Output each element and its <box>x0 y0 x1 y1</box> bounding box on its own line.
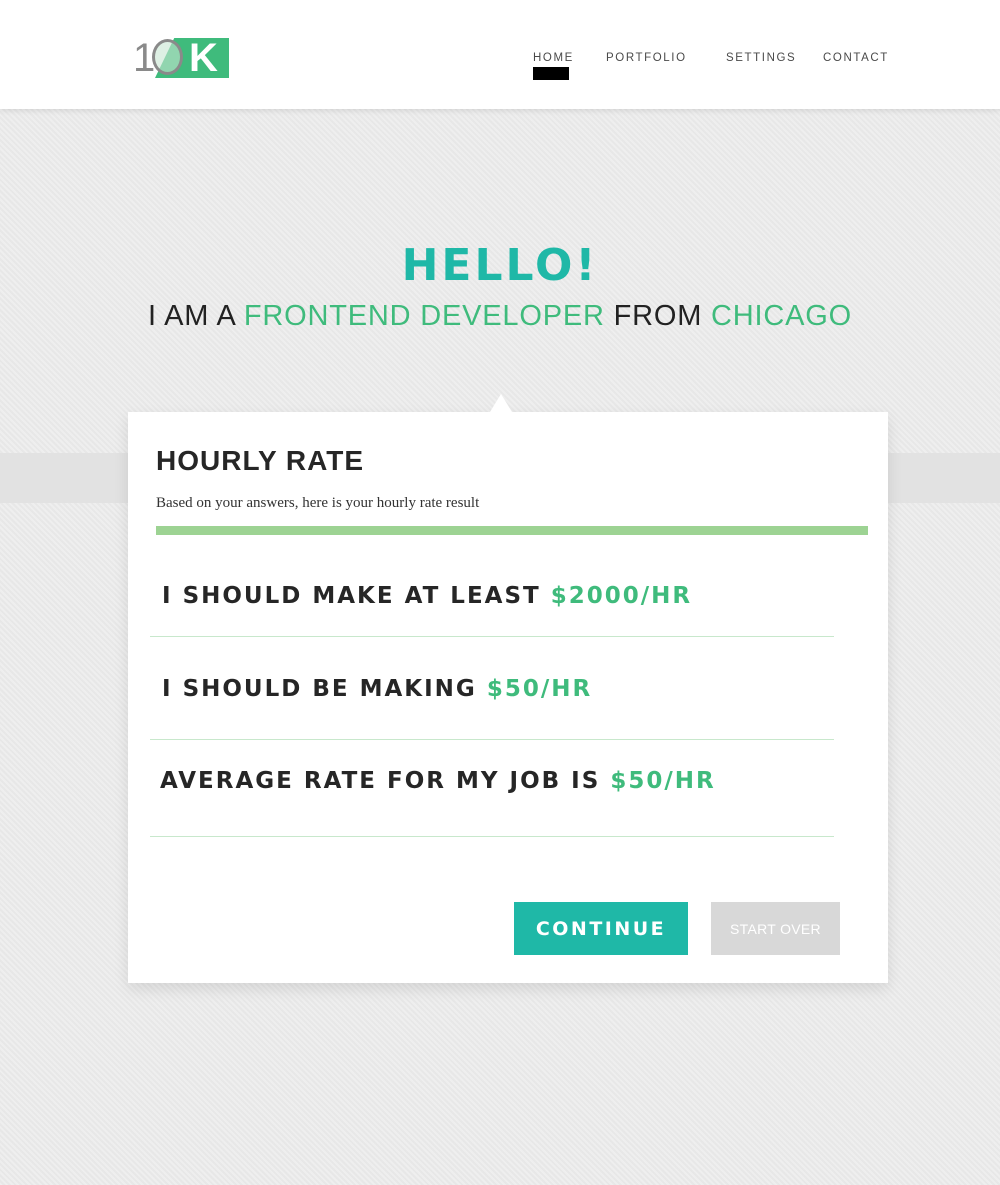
hourly-rate-card: HOURLY RATE Based on your answers, here … <box>128 394 888 983</box>
hero-title: HELLO! <box>401 240 599 291</box>
logo-letter: K <box>189 36 218 80</box>
result-amount: $2000/HR <box>550 583 693 609</box>
nav-home[interactable]: HOME <box>533 52 574 64</box>
hero-prefix: I AM A <box>148 300 244 332</box>
nav-active-indicator <box>533 67 569 80</box>
result-amount: $50/HR <box>610 768 716 794</box>
card-pointer <box>490 394 512 412</box>
nav-settings[interactable]: SETTINGS <box>726 52 796 64</box>
hero-role: FRONTEND DEVELOPER <box>243 300 605 332</box>
result-label: I SHOULD BE MAKING <box>162 676 487 702</box>
hero-subtitle: I AM A FRONTEND DEVELOPER FROM CHICAGO <box>0 300 1000 333</box>
nav-contact[interactable]: CONTACT <box>823 52 889 64</box>
result-label: I SHOULD MAKE AT LEAST <box>162 583 551 609</box>
hero-mid: FROM <box>604 300 712 332</box>
progress-fill <box>156 526 868 535</box>
result-text: I SHOULD MAKE AT LEAST $2000/HR <box>162 583 692 609</box>
nav-portfolio[interactable]: PORTFOLIO <box>606 52 687 64</box>
result-label: AVERAGE RATE FOR MY JOB IS <box>160 768 611 794</box>
site-header: 1 K HOME PORTFOLIO SETTINGS CONTACT <box>0 0 1000 109</box>
start-over-button[interactable]: START OVER <box>711 902 840 955</box>
progress-bar <box>156 526 868 535</box>
result-text: I SHOULD BE MAKING $50/HR <box>162 676 592 702</box>
card-title: HOURLY RATE <box>156 445 365 476</box>
logo-zero-ring <box>152 39 183 75</box>
result-row-current: I SHOULD BE MAKING $50/HR <box>150 637 834 740</box>
result-row-average: AVERAGE RATE FOR MY JOB IS $50/HR <box>150 740 834 837</box>
continue-button[interactable]: CONTINUE <box>514 902 688 955</box>
hero-city: CHICAGO <box>711 300 852 332</box>
result-text: AVERAGE RATE FOR MY JOB IS $50/HR <box>160 768 716 794</box>
result-amount: $50/HR <box>486 676 593 702</box>
card-description: Based on your answers, here is your hour… <box>156 495 480 511</box>
site-logo[interactable]: 1 K <box>133 36 229 80</box>
result-row-minimum: I SHOULD MAKE AT LEAST $2000/HR <box>150 537 834 637</box>
